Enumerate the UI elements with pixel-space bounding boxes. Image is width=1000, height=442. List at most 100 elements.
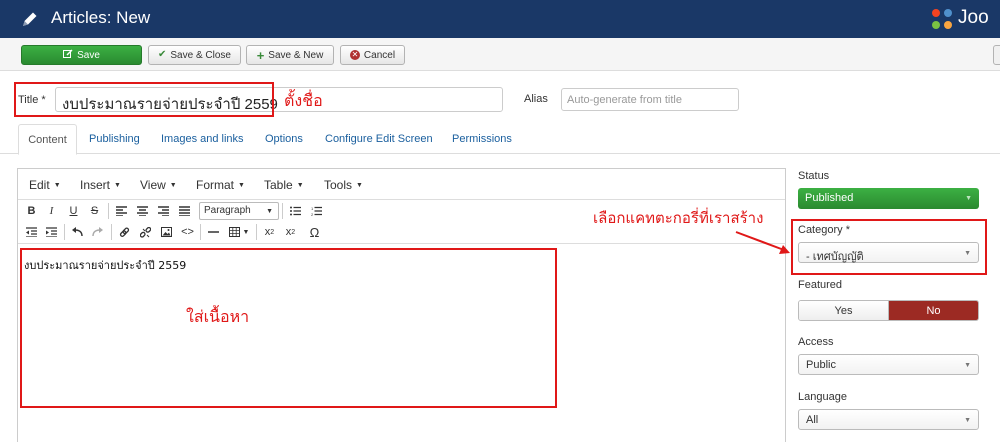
undo-icon[interactable] (68, 223, 87, 241)
subscript-icon[interactable]: x2 (260, 223, 279, 241)
alias-label: Alias (524, 93, 548, 105)
svg-text:2: 2 (311, 212, 314, 216)
toolbar-separator (282, 203, 283, 219)
caret-down-icon: ▼ (169, 182, 177, 189)
save-new-button[interactable]: + Save & New (246, 45, 334, 65)
format-select-value: Paragraph (204, 205, 251, 216)
caret-down-icon: ▼ (53, 182, 61, 189)
caret-down-icon: ▼ (114, 182, 121, 189)
featured-label: Featured (798, 279, 843, 291)
featured-no-button[interactable]: No (889, 301, 978, 320)
tab-configure-edit-screen[interactable]: Configure Edit Screen (325, 133, 433, 145)
menu-edit-label: Edit (29, 178, 50, 192)
featured-toggle: Yes No (798, 300, 979, 321)
save-close-label: Save & Close (170, 49, 231, 61)
menu-table[interactable]: Table ▼ (264, 178, 304, 192)
caret-down-icon: ▼ (266, 208, 273, 215)
access-select[interactable]: Public ▼ (798, 354, 979, 375)
align-right-icon[interactable] (154, 202, 173, 220)
check-icon: ✔ (158, 49, 167, 60)
plus-icon: + (256, 47, 265, 63)
menu-table-label: Table (264, 178, 293, 192)
caret-down-icon: ▼ (296, 182, 304, 189)
category-select[interactable]: - เทศบัญญัติ ▼ (798, 242, 979, 263)
language-select[interactable]: All ▼ (798, 409, 979, 430)
app-header: Articles: New Joo (0, 0, 1000, 38)
outdent-icon[interactable] (22, 223, 41, 241)
annotation-add-content: ใส่เนื้อหา (186, 307, 250, 326)
title-input[interactable]: งบประมาณรายจ่ายประจำปี 2559 (55, 87, 503, 113)
code-icon[interactable]: <> (178, 223, 197, 241)
edit-icon (63, 49, 73, 62)
horizontal-rule-icon[interactable] (204, 223, 223, 241)
toolbar-separator (256, 224, 257, 240)
bold-icon[interactable]: B (22, 202, 41, 220)
align-center-icon[interactable] (133, 202, 152, 220)
status-value: Published (805, 192, 854, 204)
pencil-icon (23, 12, 37, 26)
redo-icon[interactable] (88, 223, 107, 241)
menu-tools[interactable]: Tools ▼ (324, 178, 363, 192)
caret-down-icon: ▼ (964, 417, 971, 424)
joomla-logo: Joo (928, 4, 1000, 34)
unlink-icon[interactable] (136, 223, 155, 241)
annotation-arrow (735, 231, 790, 254)
tab-publishing[interactable]: Publishing (89, 133, 140, 145)
superscript-icon[interactable]: x2 (281, 223, 300, 241)
bullet-list-icon[interactable] (286, 202, 305, 220)
strikethrough-icon[interactable]: S (85, 202, 104, 220)
special-character-icon[interactable]: Ω (305, 223, 324, 241)
table-icon[interactable]: ▼ (225, 223, 253, 241)
featured-yes-button[interactable]: Yes (799, 301, 889, 320)
menu-insert[interactable]: Insert ▼ (80, 178, 121, 192)
caret-down-icon: ▼ (238, 182, 245, 189)
tab-bar: Content Publishing Images and links Opti… (0, 124, 1000, 155)
language-value: All (806, 414, 819, 426)
image-icon[interactable] (157, 223, 176, 241)
action-toolbar: Save ✔ Save & Close + Save & New ✕ Cance… (0, 38, 1000, 71)
editor-content-area[interactable]: งบประมาณรายจ่ายประจำปี 2559 (18, 244, 785, 442)
editor-menubar: Edit ▼ Insert ▼ View ▼ Format ▼ Table ▼ Tools… (18, 169, 785, 200)
cancel-icon: ✕ (349, 50, 360, 60)
menu-view-label: View (140, 178, 166, 192)
toolbar-separator (64, 224, 65, 240)
format-select[interactable]: Paragraph ▼ (199, 202, 279, 220)
toolbar-separator (200, 224, 201, 240)
status-label: Status (798, 170, 830, 182)
category-value: - เทศบัญญัติ (806, 251, 864, 263)
save-new-label: Save & New (268, 49, 324, 61)
menu-tools-label: Tools (324, 178, 353, 192)
title-label: Title * (18, 94, 46, 106)
italic-icon[interactable]: I (42, 202, 61, 220)
menu-format-label: Format (196, 178, 235, 192)
menu-edit[interactable]: Edit ▼ (29, 178, 61, 192)
status-select[interactable]: Published ▼ (798, 188, 979, 209)
save-close-button[interactable]: ✔ Save & Close (148, 45, 241, 65)
align-left-icon[interactable] (112, 202, 131, 220)
underline-icon[interactable]: U (64, 202, 83, 220)
save-button[interactable]: Save (21, 45, 142, 65)
caret-down-icon: ▼ (964, 362, 971, 369)
menu-format[interactable]: Format ▼ (196, 178, 245, 192)
tab-permissions[interactable]: Permissions (452, 133, 512, 145)
menu-insert-label: Insert (80, 178, 111, 192)
cancel-button[interactable]: ✕ Cancel (340, 45, 405, 65)
toolbar-extra-button[interactable] (993, 45, 1000, 65)
access-label: Access (798, 336, 834, 348)
joomla-logo-icon (932, 9, 952, 29)
tab-images-links[interactable]: Images and links (161, 133, 244, 145)
link-icon[interactable] (115, 223, 134, 241)
align-justify-icon[interactable] (175, 202, 194, 220)
cancel-label: Cancel (363, 49, 396, 61)
toolbar-separator (108, 203, 109, 219)
annotation-choose-category: เลือกแคทตะกอรี่ที่เราสร้าง (593, 209, 764, 227)
indent-icon[interactable] (42, 223, 61, 241)
numbered-list-icon[interactable]: 12 (307, 202, 326, 220)
tab-options[interactable]: Options (265, 133, 303, 145)
alias-input[interactable] (561, 88, 739, 111)
svg-text:1: 1 (311, 206, 314, 211)
page-title: Articles: New (51, 8, 151, 27)
tab-content[interactable]: Content (18, 124, 77, 155)
editor-content-text: งบประมาณรายจ่ายประจำปี 2559 (24, 259, 187, 272)
menu-view[interactable]: View ▼ (140, 178, 177, 192)
